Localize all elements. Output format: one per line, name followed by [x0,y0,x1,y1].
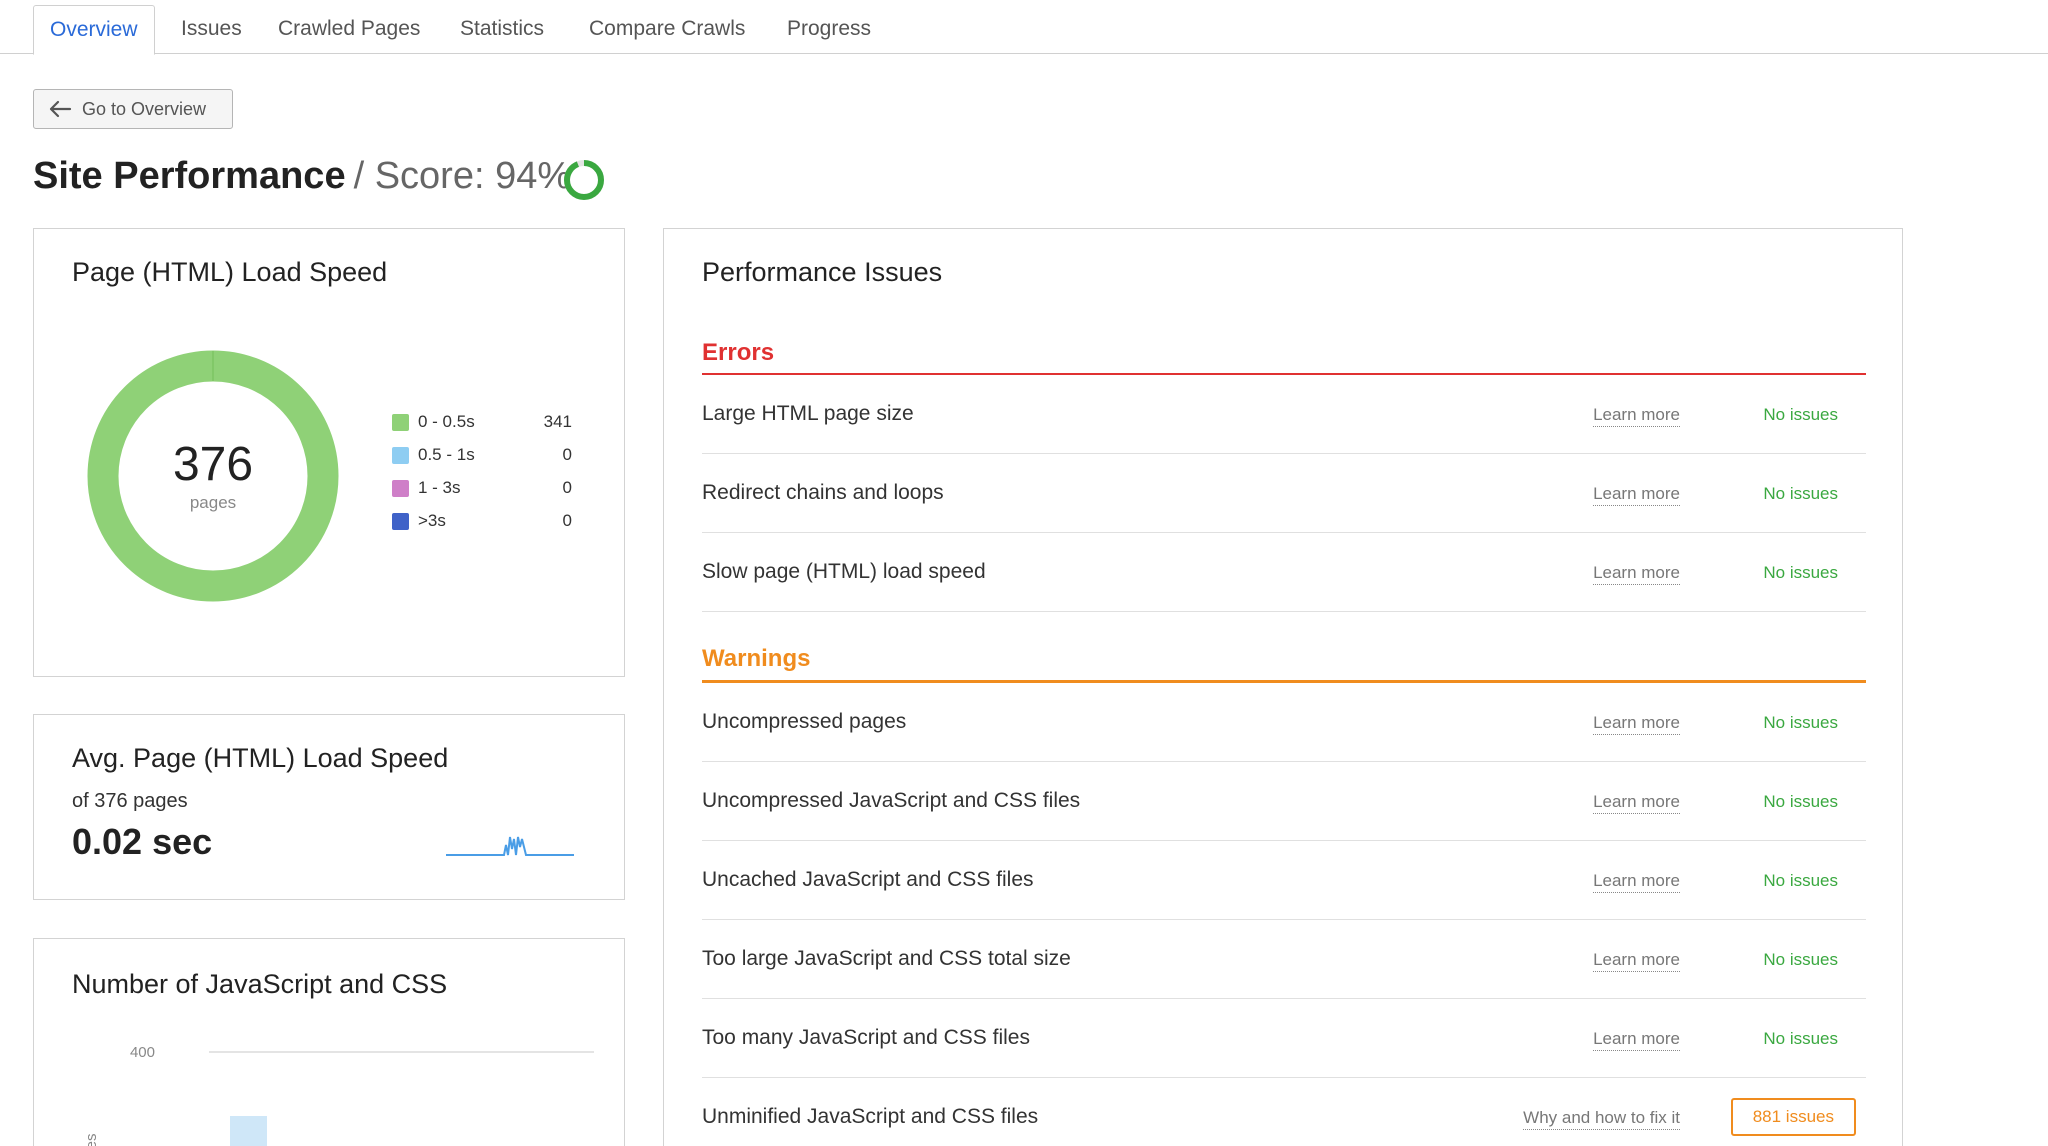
avg-load-speed-value: 0.02 sec [72,821,213,862]
tab-progress[interactable]: Progress [771,5,887,55]
issue-row: Too many JavaScript and CSS files Learn … [702,999,1866,1078]
issue-row: Uncompressed JavaScript and CSS files Le… [702,762,1866,841]
performance-issues-card: Performance Issues Errors Large HTML pag… [663,228,1903,1146]
learn-more-link[interactable]: Learn more [1593,950,1680,972]
legend-label: >3s [418,511,446,530]
y-tick-400: 400 [130,1044,155,1061]
donut-center: 376 pages [86,349,340,603]
tab-compare-crawls[interactable]: Compare Crawls [573,5,761,55]
errors-heading: Errors [702,339,775,366]
bar[interactable] [230,1116,267,1146]
issue-status: No issues [1763,950,1838,969]
legend-item[interactable]: 0 - 0.5s 341 [392,409,572,442]
go-to-overview-label: Go to Overview [82,98,207,119]
load-speed-card: Page (HTML) Load Speed 376 pages 0 - 0.5… [33,228,625,677]
tab-statistics[interactable]: Statistics [444,5,560,55]
js-css-card: Number of JavaScript and CSS 400 200 age… [33,938,625,1146]
issue-row: Too large JavaScript and CSS total size … [702,920,1866,999]
issue-row: Uncompressed pages Learn more No issues [702,683,1866,762]
avg-load-speed-card: Avg. Page (HTML) Load Speed of 376 pages… [33,714,625,900]
issue-name: Too large JavaScript and CSS total size [702,947,1071,970]
issue-name: Slow page (HTML) load speed [702,560,986,583]
issue-name: Uncompressed JavaScript and CSS files [702,789,1081,812]
sparkline[interactable] [446,825,574,861]
issue-status: No issues [1763,792,1838,811]
issue-status: No issues [1763,1029,1838,1048]
issue-row: Slow page (HTML) load speed Learn more N… [702,533,1866,612]
avg-load-speed-title: Avg. Page (HTML) Load Speed [72,743,449,773]
learn-more-link[interactable]: Learn more [1593,563,1680,585]
performance-issues-title: Performance Issues [702,257,943,287]
legend-swatch [392,447,409,464]
issue-name: Uncompressed pages [702,710,907,733]
issue-row: Unminified JavaScript and CSS files Why … [702,1078,1866,1146]
legend-item[interactable]: 0.5 - 1s 0 [392,442,572,475]
load-speed-title: Page (HTML) Load Speed [72,257,388,287]
legend-label: 0.5 - 1s [418,445,475,464]
js-css-title: Number of JavaScript and CSS [72,969,448,999]
legend-swatch [392,480,409,497]
sparkline-line [446,836,574,856]
issue-row: Large HTML page size Learn more No issue… [702,375,1866,454]
issue-name: Unminified JavaScript and CSS files [702,1105,1039,1128]
donut-total: 376 [172,438,254,491]
warnings-heading: Warnings [702,645,811,672]
page-score: / Score: 94% [353,155,572,197]
page-title-main: Site Performance [33,155,346,197]
legend-label: 1 - 3s [418,478,461,497]
learn-more-link[interactable]: Learn more [1593,792,1680,814]
avg-load-speed-subtitle: of 376 pages [72,790,188,812]
issue-row: Redirect chains and loops Learn more No … [702,454,1866,533]
legend-value: 0 [562,445,572,464]
legend-item[interactable]: >3s 0 [392,508,572,541]
page-title: Site Performance / Score: 94% [33,155,571,198]
load-speed-legend: 0 - 0.5s 341 0.5 - 1s 0 1 - 3s 0 >3s 0 [392,409,572,541]
why-and-how-to-fix-link[interactable]: Why and how to fix it [1523,1108,1680,1130]
issue-name: Redirect chains and loops [702,481,944,504]
learn-more-link[interactable]: Learn more [1593,1029,1680,1051]
score-ring-icon [564,160,604,200]
issue-status: No issues [1763,405,1838,424]
go-to-overview-button[interactable]: Go to Overview [33,89,233,129]
legend-value: 341 [543,412,572,431]
legend-item[interactable]: 1 - 3s 0 [392,475,572,508]
issue-name: Uncached JavaScript and CSS files [702,868,1034,891]
issue-status: No issues [1763,484,1838,503]
issue-row: Uncached JavaScript and CSS files Learn … [702,841,1866,920]
y-axis-label: ages [83,1133,100,1146]
legend-value: 0 [562,478,572,497]
legend-label: 0 - 0.5s [418,412,475,431]
legend-swatch [392,414,409,431]
tab-overview[interactable]: Overview [33,5,155,55]
tab-bar: Overview Issues Crawled Pages Statistics… [0,0,2048,55]
learn-more-link[interactable]: Learn more [1593,713,1680,735]
issue-status: No issues [1763,563,1838,582]
issues-count-button[interactable]: 881 issues [1730,1098,1856,1136]
donut-total-label: pages [189,493,237,512]
load-speed-donut: 376 pages [86,349,340,603]
legend-value: 0 [562,511,572,530]
tab-crawled-pages[interactable]: Crawled Pages [262,5,436,55]
issue-status: No issues [1763,713,1838,732]
issue-name: Large HTML page size [702,402,914,425]
issue-name: Too many JavaScript and CSS files [702,1026,1030,1049]
legend-swatch [392,513,409,530]
js-css-chart: 400 200 ages [83,1044,594,1146]
arrow-left-icon [49,100,72,118]
learn-more-link[interactable]: Learn more [1593,484,1680,506]
learn-more-link[interactable]: Learn more [1593,405,1680,427]
learn-more-link[interactable]: Learn more [1593,871,1680,893]
issue-status: No issues [1763,871,1838,890]
tab-issues[interactable]: Issues [165,5,258,55]
